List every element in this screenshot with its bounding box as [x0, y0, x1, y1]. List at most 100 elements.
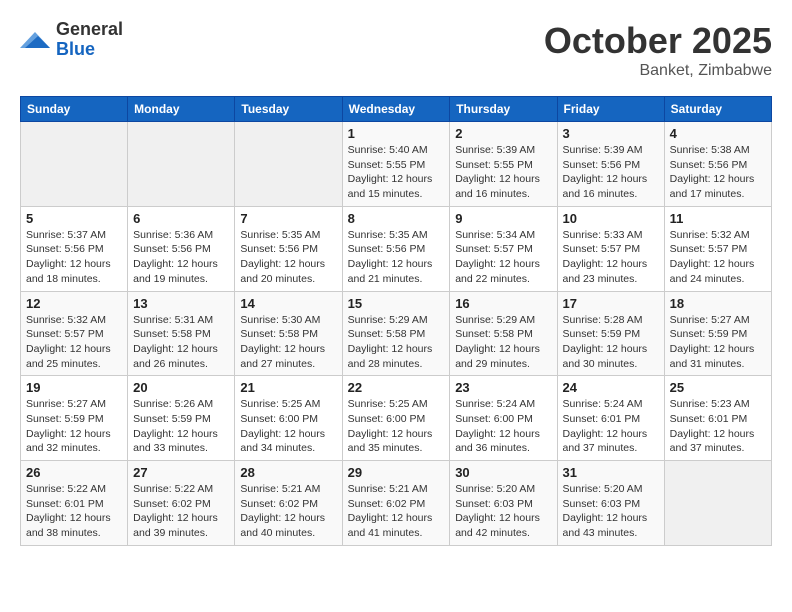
- calendar-cell: [235, 122, 342, 207]
- calendar-cell: 16 Sunrise: 5:29 AMSunset: 5:58 PMDayligh…: [450, 291, 557, 376]
- day-number: 26: [26, 465, 122, 480]
- weekday-header-monday: Monday: [128, 97, 235, 122]
- title-block: October 2025 Banket, Zimbabwe: [544, 20, 772, 80]
- day-info: Sunrise: 5:25 AMSunset: 6:00 PMDaylight:…: [240, 397, 336, 456]
- logo: General Blue: [20, 20, 123, 60]
- day-number: 23: [455, 380, 551, 395]
- day-info: Sunrise: 5:22 AMSunset: 6:01 PMDaylight:…: [26, 482, 122, 541]
- day-number: 9: [455, 211, 551, 226]
- day-info: Sunrise: 5:21 AMSunset: 6:02 PMDaylight:…: [240, 482, 336, 541]
- day-info: Sunrise: 5:32 AMSunset: 5:57 PMDaylight:…: [670, 228, 766, 287]
- day-info: Sunrise: 5:35 AMSunset: 5:56 PMDaylight:…: [348, 228, 445, 287]
- day-info: Sunrise: 5:33 AMSunset: 5:57 PMDaylight:…: [563, 228, 659, 287]
- day-number: 5: [26, 211, 122, 226]
- day-number: 27: [133, 465, 229, 480]
- week-row-3: 12Sunrise: 5:32 AMSunset: 5:57 PMDayligh…: [21, 291, 772, 376]
- day-info: Sunrise: 5:22 AMSunset: 6:02 PMDaylight:…: [133, 482, 229, 541]
- calendar: SundayMondayTuesdayWednesdayThursdayFrid…: [20, 96, 772, 546]
- day-number: 19: [26, 380, 122, 395]
- day-info: Sunrise: 5:24 AMSunset: 6:00 PMDaylight:…: [455, 397, 551, 456]
- calendar-cell: 23 Sunrise: 5:24 AMSunset: 6:00 PMDayligh…: [450, 376, 557, 461]
- day-number: 20: [133, 380, 229, 395]
- day-number: 30: [455, 465, 551, 480]
- calendar-cell: 20 Sunrise: 5:26 AMSunset: 5:59 PMDayligh…: [128, 376, 235, 461]
- day-number: 21: [240, 380, 336, 395]
- day-number: 2: [455, 126, 551, 141]
- day-number: 12: [26, 296, 122, 311]
- week-row-1: 1 Sunrise: 5:40 AMSunset: 5:55 PMDaylight…: [21, 122, 772, 207]
- logo-general: General: [56, 20, 123, 40]
- logo-text: General Blue: [56, 20, 123, 60]
- calendar-cell: [664, 461, 771, 546]
- calendar-cell: [128, 122, 235, 207]
- day-info: Sunrise: 5:21 AMSunset: 6:02 PMDaylight:…: [348, 482, 445, 541]
- day-info: Sunrise: 5:29 AMSunset: 5:58 PMDaylight:…: [455, 313, 551, 372]
- day-info: Sunrise: 5:23 AMSunset: 6:01 PMDaylight:…: [670, 397, 766, 456]
- day-number: 28: [240, 465, 336, 480]
- calendar-cell: 19 Sunrise: 5:27 AMSunset: 5:59 PMDayligh…: [21, 376, 128, 461]
- logo-icon: [20, 28, 50, 52]
- day-number: 4: [670, 126, 766, 141]
- calendar-cell: 12Sunrise: 5:32 AMSunset: 5:57 PMDayligh…: [21, 291, 128, 376]
- calendar-cell: 22 Sunrise: 5:25 AMSunset: 6:00 PMDayligh…: [342, 376, 450, 461]
- calendar-cell: 17Sunrise: 5:28 AMSunset: 5:59 PMDayligh…: [557, 291, 664, 376]
- day-info: Sunrise: 5:20 AMSunset: 6:03 PMDaylight:…: [563, 482, 659, 541]
- weekday-header-saturday: Saturday: [664, 97, 771, 122]
- calendar-cell: 27 Sunrise: 5:22 AMSunset: 6:02 PMDayligh…: [128, 461, 235, 546]
- day-info: Sunrise: 5:38 AMSunset: 5:56 PMDaylight:…: [670, 143, 766, 202]
- day-number: 8: [348, 211, 445, 226]
- logo-blue: Blue: [56, 40, 123, 60]
- day-number: 22: [348, 380, 445, 395]
- calendar-cell: [21, 122, 128, 207]
- day-info: Sunrise: 5:36 AMSunset: 5:56 PMDaylight:…: [133, 228, 229, 287]
- weekday-header-wednesday: Wednesday: [342, 97, 450, 122]
- calendar-cell: 8 Sunrise: 5:35 AMSunset: 5:56 PMDaylight…: [342, 206, 450, 291]
- calendar-cell: 30 Sunrise: 5:20 AMSunset: 6:03 PMDayligh…: [450, 461, 557, 546]
- calendar-cell: 28 Sunrise: 5:21 AMSunset: 6:02 PMDayligh…: [235, 461, 342, 546]
- calendar-cell: 7Sunrise: 5:35 AMSunset: 5:56 PMDaylight…: [235, 206, 342, 291]
- calendar-cell: 26 Sunrise: 5:22 AMSunset: 6:01 PMDayligh…: [21, 461, 128, 546]
- week-row-5: 26 Sunrise: 5:22 AMSunset: 6:01 PMDayligh…: [21, 461, 772, 546]
- weekday-header-row: SundayMondayTuesdayWednesdayThursdayFrid…: [21, 97, 772, 122]
- location: Banket, Zimbabwe: [544, 62, 772, 80]
- day-number: 6: [133, 211, 229, 226]
- day-info: Sunrise: 5:25 AMSunset: 6:00 PMDaylight:…: [348, 397, 445, 456]
- day-info: Sunrise: 5:27 AMSunset: 5:59 PMDaylight:…: [26, 397, 122, 456]
- calendar-cell: 18 Sunrise: 5:27 AMSunset: 5:59 PMDayligh…: [664, 291, 771, 376]
- day-info: Sunrise: 5:39 AMSunset: 5:56 PMDaylight:…: [563, 143, 659, 202]
- day-number: 13: [133, 296, 229, 311]
- day-info: Sunrise: 5:40 AMSunset: 5:55 PMDaylight:…: [348, 143, 445, 202]
- calendar-cell: 24 Sunrise: 5:24 AMSunset: 6:01 PMDayligh…: [557, 376, 664, 461]
- calendar-cell: 1 Sunrise: 5:40 AMSunset: 5:55 PMDaylight…: [342, 122, 450, 207]
- day-info: Sunrise: 5:24 AMSunset: 6:01 PMDaylight:…: [563, 397, 659, 456]
- day-info: Sunrise: 5:31 AMSunset: 5:58 PMDaylight:…: [133, 313, 229, 372]
- week-row-2: 5Sunrise: 5:37 AMSunset: 5:56 PMDaylight…: [21, 206, 772, 291]
- day-info: Sunrise: 5:20 AMSunset: 6:03 PMDaylight:…: [455, 482, 551, 541]
- day-info: Sunrise: 5:27 AMSunset: 5:59 PMDaylight:…: [670, 313, 766, 372]
- calendar-cell: 9 Sunrise: 5:34 AMSunset: 5:57 PMDaylight…: [450, 206, 557, 291]
- day-info: Sunrise: 5:34 AMSunset: 5:57 PMDaylight:…: [455, 228, 551, 287]
- day-info: Sunrise: 5:35 AMSunset: 5:56 PMDaylight:…: [240, 228, 336, 287]
- weekday-header-sunday: Sunday: [21, 97, 128, 122]
- day-number: 24: [563, 380, 659, 395]
- calendar-cell: 29Sunrise: 5:21 AMSunset: 6:02 PMDayligh…: [342, 461, 450, 546]
- day-info: Sunrise: 5:26 AMSunset: 5:59 PMDaylight:…: [133, 397, 229, 456]
- day-number: 16: [455, 296, 551, 311]
- day-number: 1: [348, 126, 445, 141]
- calendar-cell: 21 Sunrise: 5:25 AMSunset: 6:00 PMDayligh…: [235, 376, 342, 461]
- calendar-cell: 13 Sunrise: 5:31 AMSunset: 5:58 PMDayligh…: [128, 291, 235, 376]
- calendar-cell: 2Sunrise: 5:39 AMSunset: 5:55 PMDaylight…: [450, 122, 557, 207]
- weekday-header-thursday: Thursday: [450, 97, 557, 122]
- day-number: 18: [670, 296, 766, 311]
- calendar-cell: 6 Sunrise: 5:36 AMSunset: 5:56 PMDaylight…: [128, 206, 235, 291]
- week-row-4: 19 Sunrise: 5:27 AMSunset: 5:59 PMDayligh…: [21, 376, 772, 461]
- day-info: Sunrise: 5:30 AMSunset: 5:58 PMDaylight:…: [240, 313, 336, 372]
- calendar-cell: 10 Sunrise: 5:33 AMSunset: 5:57 PMDayligh…: [557, 206, 664, 291]
- day-number: 11: [670, 211, 766, 226]
- page-header: General Blue October 2025 Banket, Zimbab…: [20, 20, 772, 80]
- day-number: 31: [563, 465, 659, 480]
- day-number: 3: [563, 126, 659, 141]
- day-number: 25: [670, 380, 766, 395]
- day-number: 10: [563, 211, 659, 226]
- calendar-cell: 14Sunrise: 5:30 AMSunset: 5:58 PMDayligh…: [235, 291, 342, 376]
